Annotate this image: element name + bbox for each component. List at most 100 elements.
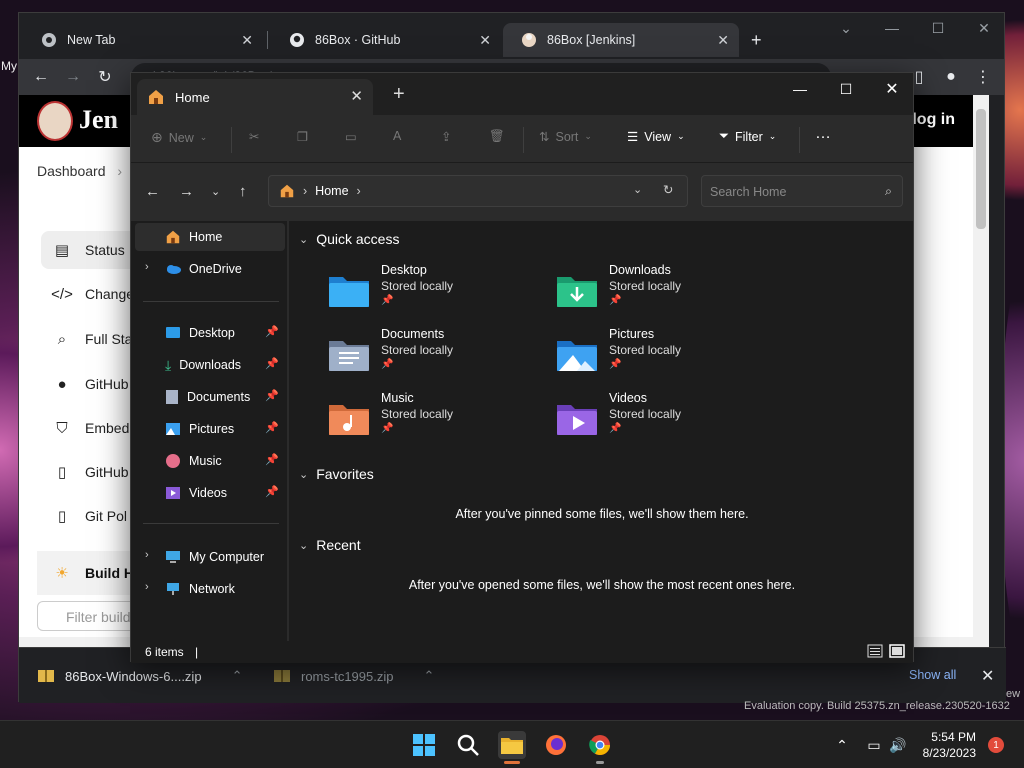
download-item[interactable]: roms-tc1995.zip ⌃: [273, 668, 434, 684]
close-window-button[interactable]: ✕: [869, 75, 915, 103]
close-tab-icon[interactable]: ✕: [479, 32, 491, 49]
nav-item-desktop[interactable]: Desktop 📌: [135, 319, 285, 347]
download-item[interactable]: 86Box-Windows-6....zip ⌃: [37, 668, 242, 684]
refresh-icon[interactable]: ↻: [663, 182, 673, 197]
chevron-up-icon[interactable]: ⌃: [232, 668, 243, 684]
close-tab-icon[interactable]: ✕: [241, 32, 253, 49]
reload-icon[interactable]: ↻: [95, 67, 115, 87]
pane-splitter[interactable]: [287, 221, 289, 641]
quick-access-item-pictures[interactable]: Pictures Stored locally 📌: [555, 327, 765, 383]
clock[interactable]: 5:54 PM 8/23/2023: [923, 729, 976, 761]
forward-icon[interactable]: →: [179, 183, 194, 200]
login-link[interactable]: log in: [912, 111, 955, 129]
cut-icon[interactable]: ✂: [249, 129, 259, 144]
github-icon: [289, 32, 305, 48]
recent-locations-icon[interactable]: ⌄: [211, 185, 220, 198]
quick-access-item-videos[interactable]: Videos Stored locally 📌: [555, 391, 765, 447]
menu-icon[interactable]: ⋮: [973, 67, 993, 87]
profile-icon[interactable]: ●: [941, 67, 961, 87]
nav-item-music[interactable]: Music 📌: [135, 447, 285, 475]
pin-icon: 📌: [265, 358, 279, 370]
close-tab-icon[interactable]: ✕: [350, 87, 363, 105]
show-all-link[interactable]: Show all: [909, 668, 956, 682]
breadcrumb-dashboard[interactable]: Dashboard: [37, 163, 106, 179]
nav-item-pictures[interactable]: Pictures 📌: [135, 415, 285, 443]
address-box[interactable]: › Home › ⌄ ↻: [268, 175, 688, 207]
filter-icon: ⏷: [719, 129, 730, 143]
chrome-button[interactable]: [586, 731, 614, 764]
view-button[interactable]: ☰ View ⌄: [627, 129, 685, 145]
maximize-button[interactable]: ☐: [915, 13, 961, 43]
scrollbar-thumb[interactable]: [976, 109, 986, 229]
pin-icon: 📌: [381, 423, 394, 434]
paste-icon[interactable]: ▭: [345, 129, 357, 144]
status-bar: 6 items |: [131, 641, 913, 663]
folder-icon: [501, 738, 523, 754]
details-view-icon[interactable]: [867, 644, 883, 658]
address-dropdown-icon[interactable]: ⌄: [633, 183, 642, 196]
plus-circle-icon: ⊕: [151, 129, 163, 145]
jenkins-logo[interactable]: [37, 101, 73, 141]
new-tab-button[interactable]: +: [747, 23, 762, 57]
breadcrumb-home[interactable]: Home: [315, 184, 348, 198]
browser-tab-new-tab[interactable]: New Tab ✕: [23, 23, 263, 57]
forward-icon[interactable]: →: [63, 67, 83, 87]
file-explorer-taskbar-button[interactable]: [498, 731, 526, 764]
home-icon: [279, 183, 295, 199]
volume-icon[interactable]: 🔊: [884, 731, 912, 759]
jenkins-title[interactable]: Jen: [79, 105, 118, 135]
quick-access-item-music[interactable]: Music Stored locally 📌: [327, 391, 537, 447]
back-icon[interactable]: ←: [145, 183, 160, 200]
new-button[interactable]: ⊕ New ⌄: [151, 129, 207, 146]
chevron-right-icon[interactable]: ›: [145, 261, 149, 273]
nav-item-documents[interactable]: Documents 📌: [135, 383, 285, 411]
nav-item-downloads[interactable]: ⤓ Downloads 📌: [135, 351, 285, 379]
notification-badge[interactable]: 1: [988, 737, 1004, 753]
quick-access-item-desktop[interactable]: Desktop Stored locally 📌: [327, 263, 537, 319]
quick-access-item-documents[interactable]: Documents Stored locally 📌: [327, 327, 537, 383]
taskbar: ⌃ ▭ 🔊 5:54 PM 8/23/2023 1: [0, 720, 1024, 768]
up-icon[interactable]: ↑: [239, 183, 247, 200]
minimize-button[interactable]: —: [777, 75, 823, 103]
share-icon[interactable]: ⇪: [441, 129, 451, 144]
browser-tab-strip: New Tab ✕ 86Box · GitHub ✕ 86Box [Jenkin…: [19, 13, 1004, 59]
nav-item-videos[interactable]: Videos 📌: [135, 479, 285, 507]
search-input[interactable]: Search Home ⌕: [701, 175, 903, 207]
favorites-empty-message: After you've pinned some files, we'll sh…: [455, 507, 749, 521]
maximize-button[interactable]: ☐: [823, 75, 869, 103]
quick-access-item-downloads[interactable]: Downloads Stored locally 📌: [555, 263, 765, 319]
chevron-down-icon: ⌄: [299, 468, 309, 481]
browser-tab-github[interactable]: 86Box · GitHub ✕: [271, 23, 501, 57]
tiles-view-icon[interactable]: [889, 644, 905, 658]
recent-header[interactable]: ⌄ Recent: [299, 537, 361, 553]
chevron-right-icon[interactable]: ›: [145, 581, 149, 593]
start-button[interactable]: [410, 731, 438, 759]
close-shelf-icon[interactable]: ✕: [981, 666, 994, 686]
new-tab-button[interactable]: +: [393, 83, 405, 106]
chevron-up-icon[interactable]: ⌃: [423, 668, 434, 684]
page-scrollbar[interactable]: [973, 95, 989, 647]
show-hidden-icons-button[interactable]: ⌃: [828, 731, 856, 759]
copy-icon[interactable]: ❐: [297, 129, 308, 144]
sort-button[interactable]: ⇅ Sort ⌄: [539, 129, 592, 145]
rename-icon[interactable]: A: [393, 129, 401, 143]
tab-search-icon[interactable]: ⌄: [823, 13, 869, 43]
nav-item-my-computer[interactable]: › My Computer: [135, 543, 285, 571]
filter-button[interactable]: ⏷ Filter ⌄: [719, 129, 776, 144]
nav-item-home[interactable]: Home: [135, 223, 285, 251]
firefox-button[interactable]: [542, 731, 570, 759]
explorer-tab-home[interactable]: Home ✕: [137, 79, 373, 115]
nav-item-network[interactable]: › Network: [135, 575, 285, 603]
back-icon[interactable]: ←: [31, 67, 51, 87]
minimize-button[interactable]: —: [869, 13, 915, 43]
nav-item-onedrive[interactable]: › OneDrive: [135, 255, 285, 283]
favorites-header[interactable]: ⌄ Favorites: [299, 466, 374, 482]
quick-access-header[interactable]: ⌄ Quick access: [299, 231, 399, 247]
close-tab-icon[interactable]: ✕: [717, 32, 729, 49]
search-button[interactable]: [454, 731, 482, 759]
close-window-button[interactable]: ✕: [961, 13, 1007, 43]
browser-tab-jenkins[interactable]: 86Box [Jenkins] ✕: [503, 23, 739, 57]
chevron-right-icon[interactable]: ›: [145, 549, 149, 561]
more-options-button[interactable]: …: [815, 125, 831, 143]
delete-icon[interactable]: 🗑: [489, 129, 505, 144]
